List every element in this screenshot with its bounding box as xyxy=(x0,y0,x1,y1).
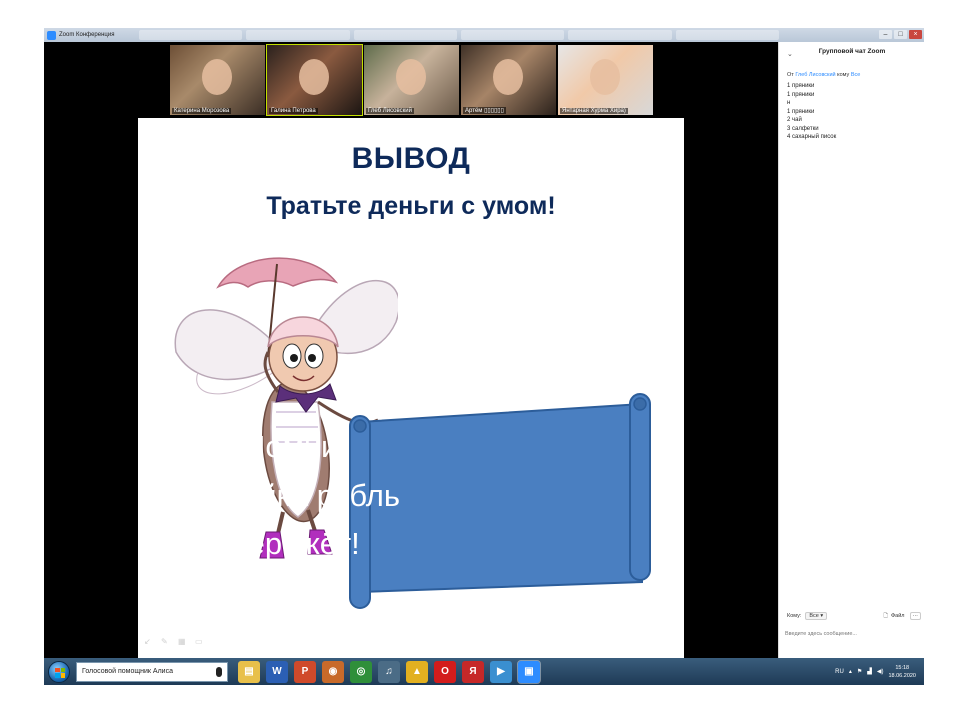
language-indicator[interactable]: RU xyxy=(835,669,844,675)
scroll-line-2: Копейка рубль xyxy=(189,478,401,513)
participant-face xyxy=(202,59,232,95)
slide-title: ВЫВОД xyxy=(351,142,471,175)
voice-assistant-box[interactable]: Голосовой помощник Алиса xyxy=(76,661,228,682)
file-icon: 🗋 xyxy=(883,612,888,619)
chat-recipient-row: Кому: Все ▾ 🗋 Файл ··· xyxy=(787,610,921,622)
yandex-browser-icon[interactable]: Я xyxy=(462,660,484,683)
participant-video-active-speaker[interactable]: Галина Петрова xyxy=(266,44,363,116)
close-icon[interactable]: × xyxy=(909,30,922,39)
participant-video[interactable]: Глеб Лисовский xyxy=(363,44,460,116)
chrome-icon[interactable]: ◎ xyxy=(350,660,372,683)
zoom-app-icon xyxy=(47,30,56,40)
taskbar-apps: ▤ W P ◉ ◎ ♫ ▲ O Я ▶ ▣ xyxy=(238,659,541,684)
file-label: Файл xyxy=(890,613,905,619)
windows-logo-icon xyxy=(55,667,65,678)
scroll-line-3: бережёт! xyxy=(230,526,360,561)
clock-date: 18.06.2020 xyxy=(888,672,916,679)
chat-message: 4 сахарный писок xyxy=(787,134,837,140)
powerpoint-icon[interactable]: P xyxy=(294,660,316,683)
meeting-view: Катерина Морозова Галина Петрова Глеб Ли… xyxy=(44,42,778,658)
chat-sender-line: От Глеб Лисовский кому Все xyxy=(787,72,860,78)
minimize-icon[interactable]: – xyxy=(879,30,892,39)
from-prefix: От xyxy=(787,72,794,78)
chat-message: 3 салфетки xyxy=(787,125,819,132)
zoom-taskbar-icon[interactable]: ▣ xyxy=(517,659,541,684)
chat-message: 1 пряники xyxy=(787,83,815,89)
firefox-icon[interactable]: ◉ xyxy=(322,660,344,683)
participant-strip: Катерина Морозова Галина Петрова Глеб Ли… xyxy=(169,44,654,116)
shared-slide: ВЫВОД Тратьте деньги с умом! Помни! Копе… xyxy=(138,118,684,658)
chat-message-input[interactable] xyxy=(785,628,919,640)
sender-name[interactable]: Глеб Лисовский xyxy=(795,72,835,78)
chat-message: 1 пряники xyxy=(787,108,815,115)
opera-icon[interactable]: O xyxy=(434,660,456,683)
flag-icon[interactable]: ⚑ xyxy=(857,668,862,675)
file-button[interactable]: 🗋 Файл xyxy=(884,612,905,621)
window-title: Zoom Конференция xyxy=(59,32,115,38)
slide-menu-icon[interactable]: ▦ xyxy=(178,638,187,646)
maximize-icon[interactable]: □ xyxy=(894,30,907,39)
recipient-name[interactable]: Все xyxy=(851,72,860,78)
arrow-icon[interactable]: ↙ xyxy=(144,638,153,646)
video-player-icon[interactable]: ▶ xyxy=(490,660,512,683)
slide-toolbar: ↙ ✎ ▦ ▭ xyxy=(144,638,204,646)
start-button[interactable] xyxy=(48,660,70,683)
windows-taskbar: Голосовой помощник Алиса ▤ W P ◉ ◎ ♫ ▲ O… xyxy=(44,658,924,685)
chat-title: Групповой чат Zoom xyxy=(818,48,886,55)
window-controls: – □ × xyxy=(879,30,922,39)
folder-icon[interactable]: ▤ xyxy=(238,660,260,683)
chevron-up-icon[interactable]: ▴ xyxy=(849,668,852,675)
participant-video[interactable]: Артём ▯▯▯▯▯▯ xyxy=(460,44,557,116)
participant-name: Янтарная Хурма Хира) xyxy=(560,108,628,114)
participant-name: Катерина Морозова xyxy=(172,108,232,114)
participant-video[interactable]: Янтарная Хурма Хира) xyxy=(557,44,654,116)
chat-bubble-icon[interactable]: ▭ xyxy=(195,638,204,646)
clock-time: 15:18 xyxy=(895,664,910,671)
microphone-icon[interactable] xyxy=(216,666,222,677)
pen-icon[interactable]: ✎ xyxy=(161,638,170,646)
chat-messages: 1 пряники 1 пряники н 1 пряники 2 чай 3 … xyxy=(787,82,836,142)
chat-message: н xyxy=(787,100,791,106)
clock[interactable]: 15:18 18.06.2020 xyxy=(888,664,916,680)
participant-name: Артём ▯▯▯▯▯▯ xyxy=(463,107,506,114)
participant-video[interactable]: Катерина Морозова xyxy=(169,44,266,116)
to-word: кому xyxy=(837,72,850,78)
to-label: Кому: xyxy=(787,613,802,619)
chevron-down-icon: ▾ xyxy=(820,613,824,619)
participant-face xyxy=(590,59,620,95)
recipient-select[interactable]: Все ▾ xyxy=(805,612,828,620)
word-icon[interactable]: W xyxy=(266,660,288,683)
chat-message: 1 пряники xyxy=(787,91,815,98)
window-titlebar: Zoom Конференция – □ × xyxy=(44,28,924,42)
background-tabs xyxy=(139,30,779,40)
scroll-line-1: Помни! xyxy=(243,429,347,464)
more-button[interactable]: ··· xyxy=(909,612,921,620)
desktop-screen: Zoom Конференция – □ × Катерина Морозова… xyxy=(44,28,924,685)
system-tray: RU ▴ ⚑ ▟ ◀) 15:18 18.06.2020 xyxy=(835,658,916,685)
chat-panel: ⌄ Групповой чат Zoom От Глеб Лисовский к… xyxy=(778,42,924,658)
media-icon[interactable]: ♫ xyxy=(378,660,400,683)
voice-assistant-label: Голосовой помощник Алиса xyxy=(82,668,173,675)
participant-name: Галина Петрова xyxy=(269,108,318,114)
participant-face xyxy=(299,59,329,95)
participant-face xyxy=(396,59,426,95)
volume-icon[interactable]: ◀) xyxy=(877,668,884,675)
slide-subtitle: Тратьте деньги с умом! xyxy=(266,192,556,220)
network-icon[interactable]: ▟ xyxy=(867,668,872,675)
participant-face xyxy=(493,59,523,95)
warning-app-icon[interactable]: ▲ xyxy=(406,660,428,683)
chat-message: 2 чай xyxy=(787,117,802,123)
recipient-value: Все xyxy=(809,613,819,619)
participant-name: Глеб Лисовский xyxy=(366,108,414,114)
